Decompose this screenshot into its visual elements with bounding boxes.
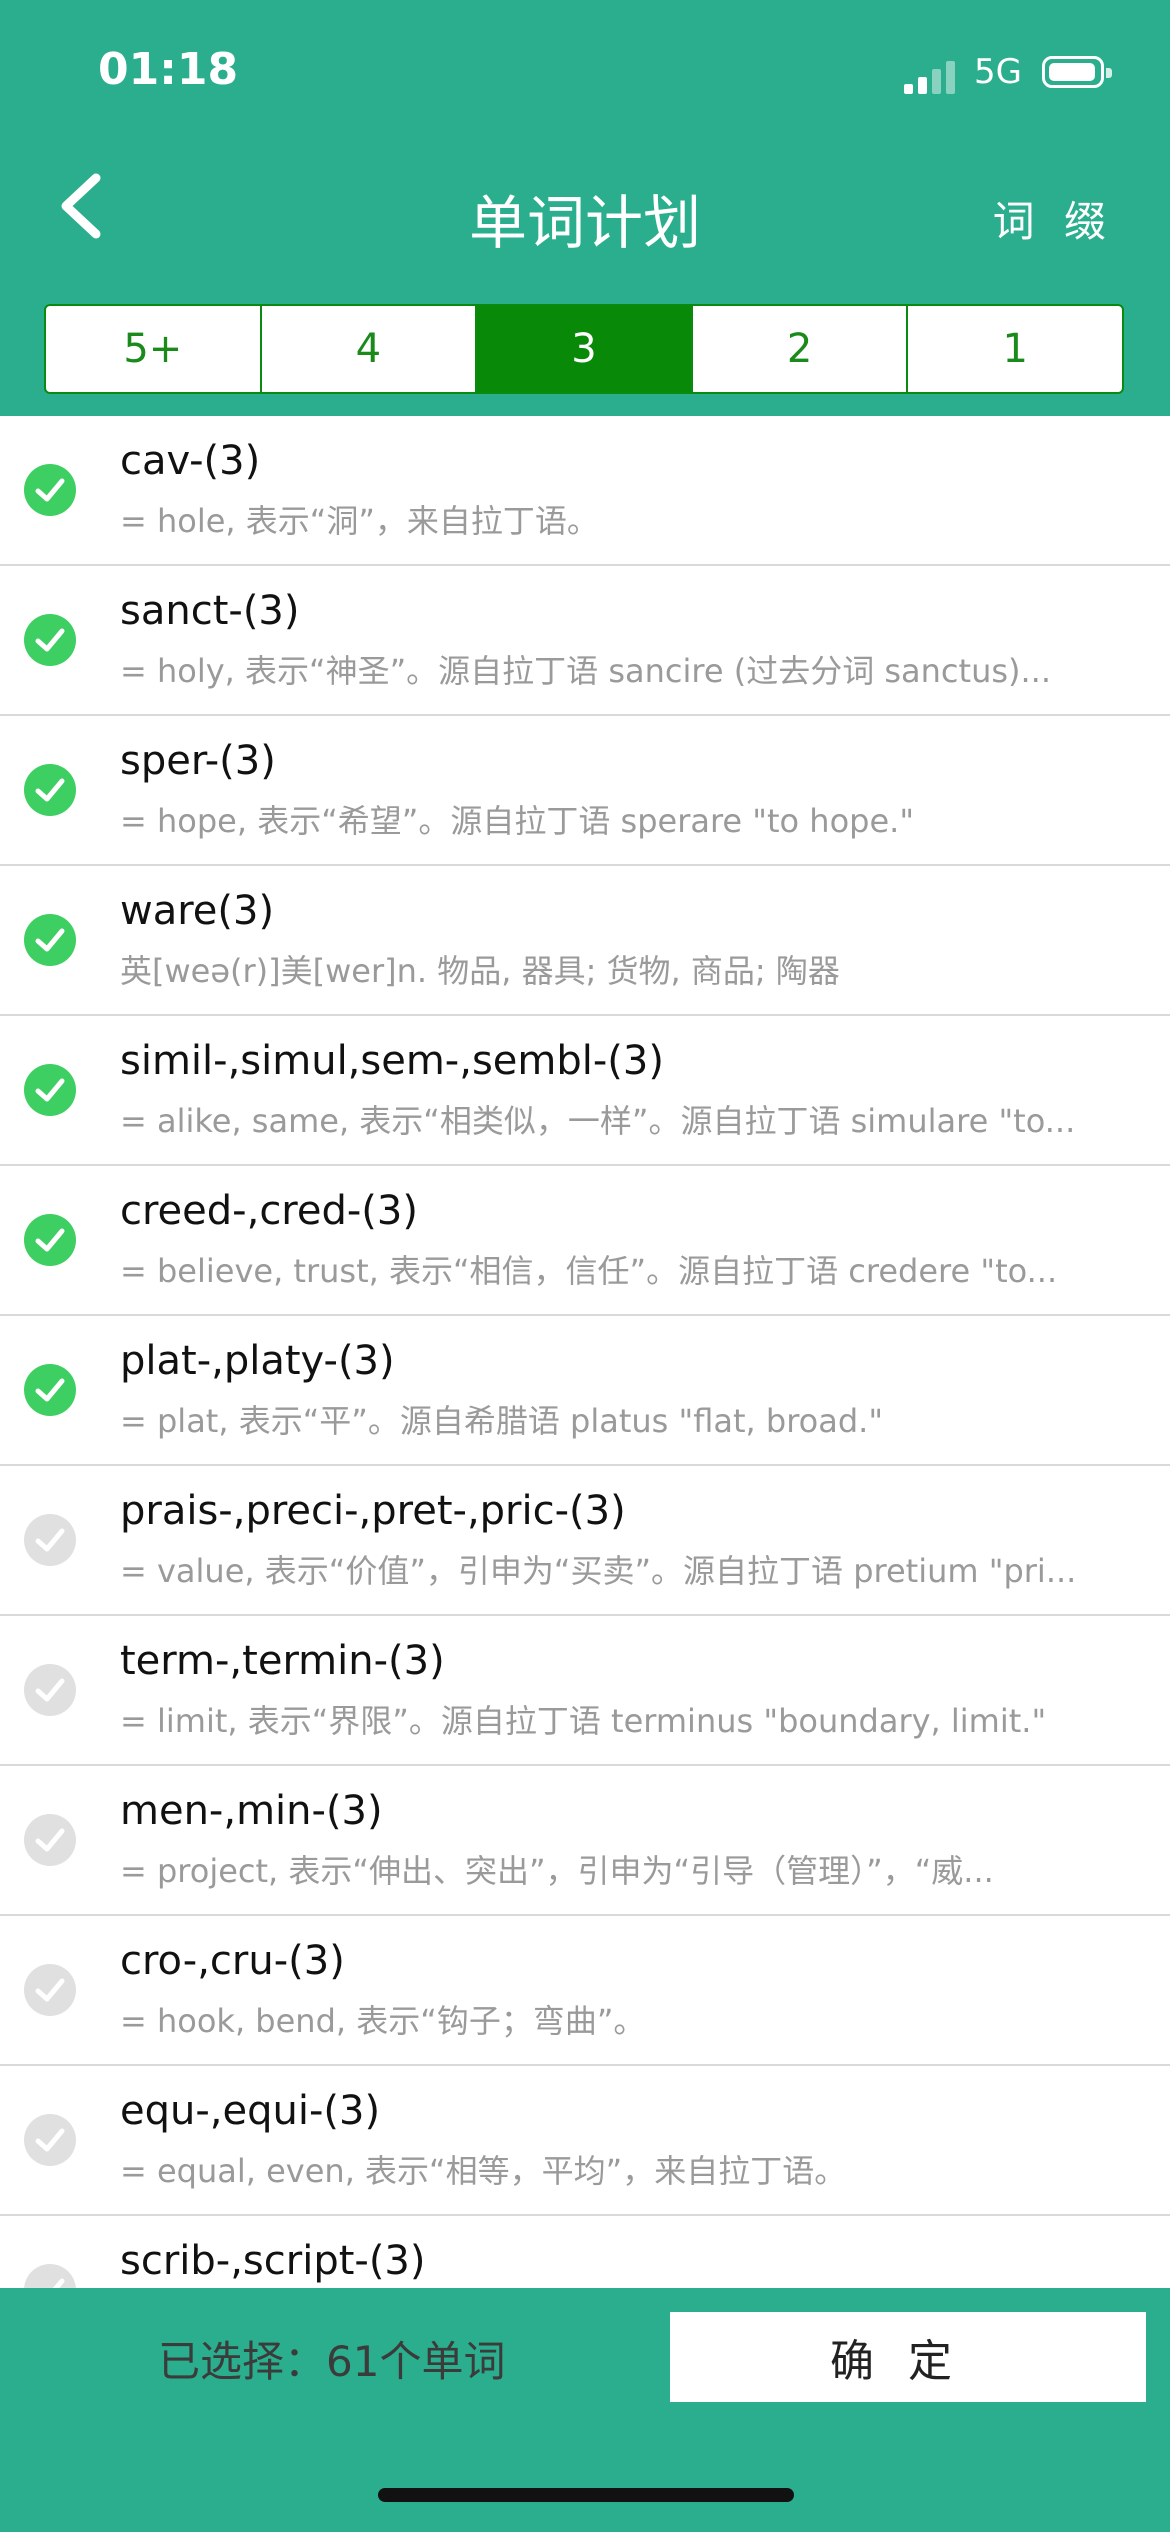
checkmark-icon[interactable] [24, 1664, 76, 1716]
list-item[interactable]: ware(3) 英[weə(r)]美[wer]n. 物品, 器具; 货物, 商品;… [0, 866, 1170, 1016]
list-item[interactable]: men-,min-(3) = project, 表示“伸出、突出”，引申为“引导（… [0, 1766, 1170, 1916]
checkmark-icon[interactable] [24, 1214, 76, 1266]
list-item[interactable]: sanct-(3) = holy, 表示“神圣”。源自拉丁语 sancire (过… [0, 566, 1170, 716]
checkmark-icon[interactable] [24, 1364, 76, 1416]
word-title: cro-,cru-(3) [120, 1938, 345, 1984]
segment-5-plus[interactable]: 5+ [46, 306, 262, 392]
word-meaning: = equal, even, 表示“相等，平均”，来自拉丁语。 [120, 2152, 847, 2190]
word-meaning: = hole, 表示“洞”，来自拉丁语。 [120, 502, 599, 540]
list-item[interactable]: creed-,cred-(3) = believe, trust, 表示“相信，信… [0, 1166, 1170, 1316]
home-indicator [378, 2488, 794, 2502]
list-item[interactable]: cro-,cru-(3) = hook, bend, 表示“钩子；弯曲”。 [0, 1916, 1170, 2066]
affix-link[interactable]: 词 缀 [993, 188, 1114, 249]
signal-icon [904, 58, 958, 94]
word-title: prais-,preci-,pret-,pric-(3) [120, 1488, 626, 1534]
checkmark-icon[interactable] [24, 914, 76, 966]
word-meaning: = holy, 表示“神圣”。源自拉丁语 sancire (过去分词 sanct… [120, 652, 1052, 690]
segment-3[interactable]: 3 [477, 306, 693, 392]
checkmark-icon[interactable] [24, 1964, 76, 2016]
list-item[interactable]: prais-,preci-,pret-,pric-(3) = value, 表示“… [0, 1466, 1170, 1616]
list-item[interactable]: scrib-,script-(3) [0, 2216, 1170, 2288]
status-bar: 01:18 5G [0, 0, 1170, 140]
battery-icon [1042, 56, 1112, 88]
checkmark-icon[interactable] [24, 764, 76, 816]
word-list: cav-(3) = hole, 表示“洞”，来自拉丁语。 sanct-(3) = ho… [0, 416, 1170, 2288]
word-title: simil-,simul,sem-,sembl-(3) [120, 1038, 664, 1084]
list-item[interactable]: sper-(3) = hope, 表示“希望”。源自拉丁语 sperare "to… [0, 716, 1170, 866]
list-item[interactable]: equ-,equi-(3) = equal, even, 表示“相等，平均”，来自… [0, 2066, 1170, 2216]
checkmark-icon[interactable] [24, 2264, 76, 2288]
word-title: sanct-(3) [120, 588, 300, 634]
word-meaning: = value, 表示“价值”，引申为“买卖”。源自拉丁语 pretium "p… [120, 1552, 1077, 1590]
word-title: cav-(3) [120, 438, 261, 484]
word-title: men-,min-(3) [120, 1788, 383, 1834]
word-meaning: = limit, 表示“界限”。源自拉丁语 terminus "boundary… [120, 1702, 1047, 1740]
word-title: scrib-,script-(3) [120, 2238, 426, 2284]
checkmark-icon[interactable] [24, 1814, 76, 1866]
word-meaning: = hope, 表示“希望”。源自拉丁语 sperare "to hope." [120, 802, 915, 840]
segment-2[interactable]: 2 [693, 306, 909, 392]
network-label: 5G [974, 52, 1022, 92]
word-meaning: = alike, same, 表示“相类似，一样”。源自拉丁语 simulare… [120, 1102, 1076, 1140]
status-time: 01:18 [98, 44, 239, 95]
checkmark-icon[interactable] [24, 1514, 76, 1566]
word-meaning: = believe, trust, 表示“相信，信任”。源自拉丁语 creder… [120, 1252, 1058, 1290]
word-title: term-,termin-(3) [120, 1638, 445, 1684]
header: 01:18 5G 单词计划 词 缀 5+ 4 3 2 1 [0, 0, 1170, 416]
word-title: plat-,platy-(3) [120, 1338, 395, 1384]
selected-count: 已选择：61个单词 [158, 2337, 506, 2386]
frequency-segmented-control: 5+ 4 3 2 1 [44, 304, 1124, 394]
checkmark-icon[interactable] [24, 614, 76, 666]
checkmark-icon[interactable] [24, 464, 76, 516]
word-title: sper-(3) [120, 738, 276, 784]
checkmark-icon[interactable] [24, 2114, 76, 2166]
segment-1[interactable]: 1 [908, 306, 1122, 392]
list-item[interactable]: term-,termin-(3) = limit, 表示“界限”。源自拉丁语 te… [0, 1616, 1170, 1766]
checkmark-icon[interactable] [24, 1064, 76, 1116]
word-title: equ-,equi-(3) [120, 2088, 381, 2134]
list-item[interactable]: plat-,platy-(3) = plat, 表示“平”。源自希腊语 platu… [0, 1316, 1170, 1466]
word-meaning: = hook, bend, 表示“钩子；弯曲”。 [120, 2002, 646, 2040]
segment-4[interactable]: 4 [262, 306, 478, 392]
word-title: ware(3) [120, 888, 275, 934]
confirm-button[interactable]: 确定 [670, 2312, 1146, 2402]
word-meaning: = project, 表示“伸出、突出”，引申为“引导（管理）”，“威... [120, 1852, 994, 1890]
word-meaning: 英[weə(r)]美[wer]n. 物品, 器具; 货物, 商品; 陶器 [120, 952, 840, 990]
list-item[interactable]: cav-(3) = hole, 表示“洞”，来自拉丁语。 [0, 416, 1170, 566]
word-meaning: = plat, 表示“平”。源自希腊语 platus "flat, broad.… [120, 1402, 884, 1440]
word-title: creed-,cred-(3) [120, 1188, 418, 1234]
list-item[interactable]: simil-,simul,sem-,sembl-(3) = alike, same… [0, 1016, 1170, 1166]
